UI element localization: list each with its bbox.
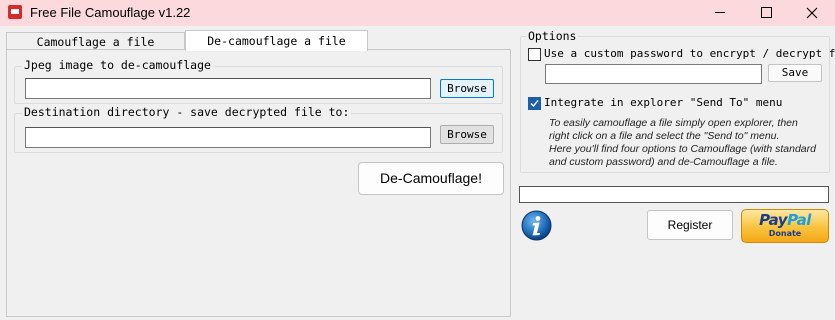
tab-de-camouflage[interactable]: De-camouflage a file	[185, 30, 368, 51]
de-camouflage-button[interactable]: De-Camouflage!	[358, 162, 504, 195]
custom-password-checkbox[interactable]	[528, 48, 541, 61]
help-line: Here you'll find four options to Camoufl…	[549, 143, 816, 155]
paypal-donate-label: Donate	[768, 229, 802, 238]
send-to-label[interactable]: Integrate in explorer "Send To" menu	[544, 96, 782, 109]
minimize-icon[interactable]	[697, 0, 743, 26]
options-label: Options	[526, 29, 579, 43]
jpeg-path-input[interactable]	[25, 78, 431, 99]
options-group: Options Use a custom password to encrypt…	[520, 29, 835, 173]
destination-path-input[interactable]	[25, 127, 431, 148]
paypal-donate-button[interactable]: PayPal Donate	[741, 209, 829, 243]
custom-password-label[interactable]: Use a custom password to encrypt / decry…	[544, 47, 835, 60]
help-line: and custom password) and de-Camouflage a…	[549, 156, 778, 168]
destination-group: Destination directory - save decrypted f…	[14, 105, 503, 153]
paypal-logo: PayPal	[742, 211, 828, 229]
tab-camouflage[interactable]: Camouflage a file	[6, 32, 185, 49]
destination-group-label: Destination directory - save decrypted f…	[22, 105, 352, 119]
info-icon[interactable]	[521, 210, 552, 241]
window-title: Free File Camouflage v1.22	[30, 5, 191, 20]
send-to-help-text: To easily camouflage a file simply open …	[549, 117, 829, 169]
help-line: To easily camouflage a file simply open …	[549, 117, 798, 129]
paypal-logo-pay: Pay	[759, 211, 788, 229]
send-to-checkbox[interactable]	[528, 97, 541, 110]
register-button[interactable]: Register	[647, 210, 733, 240]
password-input[interactable]	[545, 64, 762, 84]
tab-control: Camouflage a file De-camouflage a file J…	[6, 30, 511, 317]
help-line: right click on a file and select the "Se…	[549, 130, 780, 142]
close-icon[interactable]	[789, 0, 835, 26]
maximize-icon[interactable]	[743, 0, 789, 26]
de-camouflage-page: Jpeg image to de-camouflage Browse Desti…	[6, 49, 511, 317]
paypal-logo-pal: Pal	[787, 211, 811, 229]
jpeg-group: Jpeg image to de-camouflage Browse	[14, 58, 503, 104]
browse-jpeg-button[interactable]: Browse	[440, 79, 494, 98]
progress-bar	[519, 186, 829, 203]
browse-destination-button[interactable]: Browse	[440, 125, 494, 144]
app-icon	[8, 5, 22, 19]
title-bar[interactable]: Free File Camouflage v1.22	[0, 0, 835, 26]
jpeg-group-label: Jpeg image to de-camouflage	[22, 58, 213, 72]
save-button[interactable]: Save	[768, 64, 822, 82]
